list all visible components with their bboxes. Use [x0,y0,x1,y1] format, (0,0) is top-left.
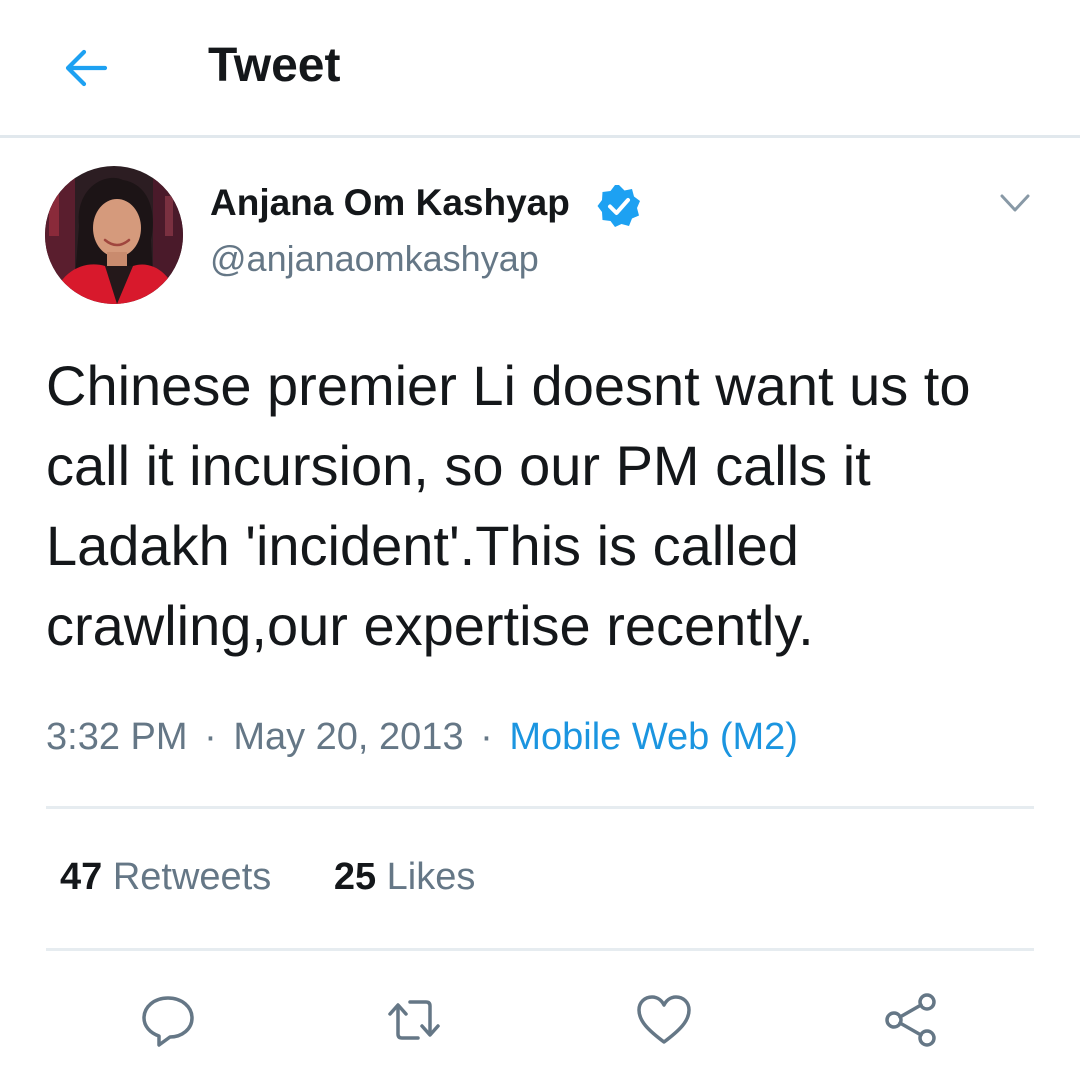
like-icon [637,995,691,1044]
retweet-button[interactable] [384,990,444,1050]
tweet-text: Chinese premier Li doesnt want us to cal… [46,354,971,657]
reply-icon [142,996,194,1047]
top-bar: Tweet [0,0,1080,138]
avatar[interactable] [45,166,183,304]
share-icon [885,993,936,1047]
author-handle[interactable]: @anjanaomkashyap [210,236,539,282]
page-title: Tweet [208,39,341,92]
retweet-icon [388,1000,440,1040]
divider [46,806,1034,809]
author-name[interactable]: Anjana Om Kashyap [210,178,570,228]
retweets-label: Retweets [112,856,272,898]
meta-separator: · [204,716,217,758]
tweet-source-link[interactable]: Mobile Web (M2) [509,716,798,758]
likes-stat[interactable]: 25 Likes [334,852,476,902]
chevron-down-icon [1000,194,1030,212]
tweet-menu-button[interactable] [994,182,1036,224]
divider [46,948,1034,951]
reply-button[interactable] [138,990,198,1050]
tweet-metadata: 3:32 PM · May 20, 2013 · Mobile Web (M2) [46,712,798,762]
share-button[interactable] [881,990,941,1050]
meta-separator: · [480,716,493,758]
like-button[interactable] [634,990,694,1050]
likes-count: 25 [333,856,377,898]
retweets-count: 47 [60,856,103,898]
arrow-left-icon [65,49,108,87]
tweet-stats: 47 Retweets 25 Likes [60,852,475,902]
tweet-date: May 20, 2013 [233,716,464,758]
retweets-stat[interactable]: 47 Retweets [60,852,271,902]
tweet-time: 3:32 PM [46,716,188,758]
likes-label: Likes [386,856,476,898]
back-button[interactable] [60,42,112,94]
verified-badge-icon [596,183,642,229]
